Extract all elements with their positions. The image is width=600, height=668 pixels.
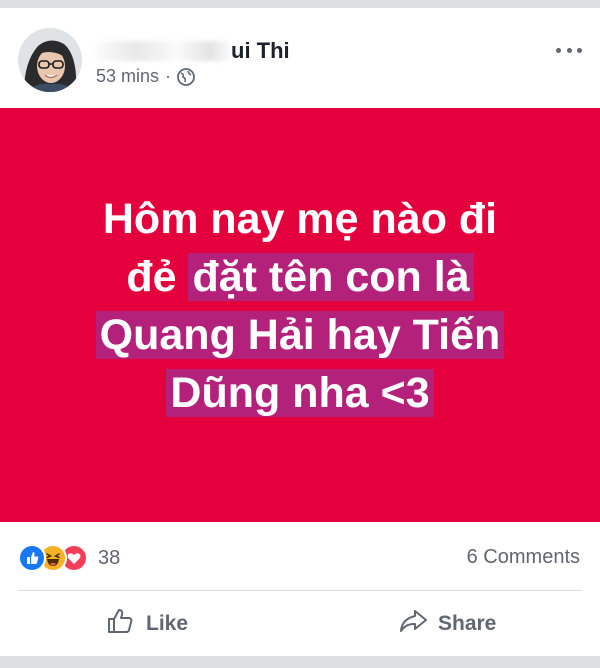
meta-separator: · [165,66,172,86]
post-stats: 38 6 Comments [0,522,600,590]
feed-separator-bottom [0,656,600,668]
author-avatar[interactable] [18,28,82,92]
post-actions: Like Share [0,591,600,656]
like-button[interactable]: Like [106,591,188,656]
banner-line-4: Dũng nha <3 [0,364,600,422]
post-header: ui Thi 53 mins · [0,8,600,108]
post-time[interactable]: 53 mins [96,66,159,87]
banner-line-2: đẻ đặt tên con là [0,248,600,306]
reaction-summary[interactable]: 38 [18,544,121,572]
post-meta: 53 mins · [96,66,195,87]
author-name-visible: ui Thi [231,38,290,63]
share-label: Share [438,611,497,635]
share-button[interactable]: Share [398,591,496,656]
like-label: Like [146,611,189,635]
author-name[interactable]: ui Thi [96,38,290,64]
banner-line-1: Hôm nay mẹ nào đi [102,195,498,243]
reaction-count: 38 [98,546,121,569]
thumbs-up-icon [106,606,136,642]
redacted-name-part [96,41,231,61]
globe-icon [177,67,195,86]
banner-text: Hôm nay mẹ nào đi đẻ đặt tên con là Quan… [0,190,600,422]
feed-separator-top [0,0,600,8]
banner-line-3: Quang Hải hay Tiến [0,306,600,364]
more-options-icon[interactable] [556,44,582,56]
share-arrow-icon [398,606,428,642]
post-banner[interactable]: Hôm nay mẹ nào đi đẻ đặt tên con là Quan… [0,108,600,522]
comments-count-link[interactable]: 6 Comments [467,546,580,569]
like-reaction-icon [18,544,46,572]
